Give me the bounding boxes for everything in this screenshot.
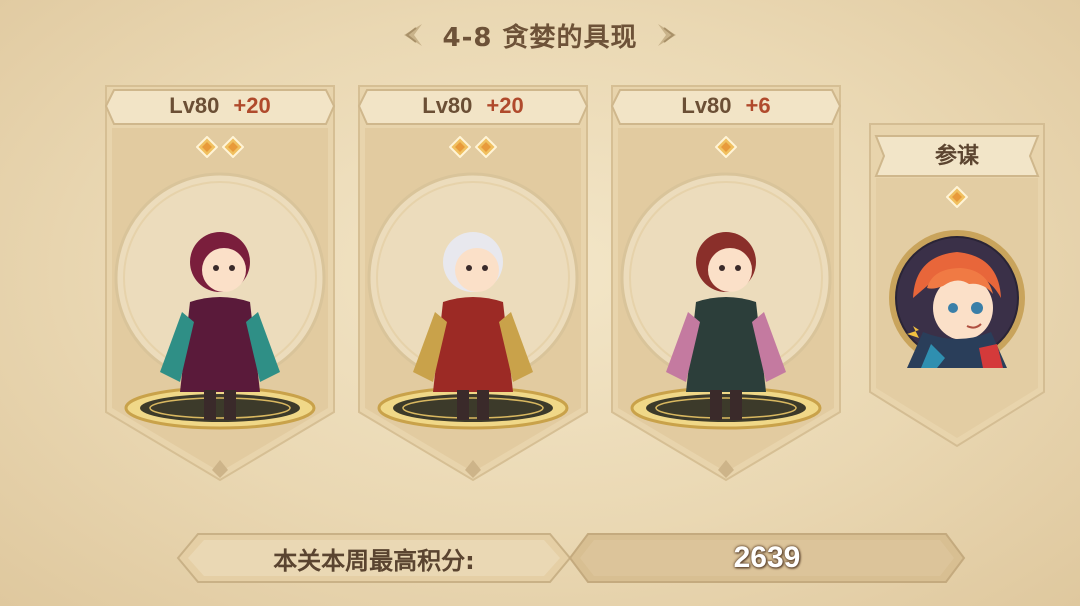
hero-level: Lv80 [681, 93, 732, 118]
advisor-card[interactable]: 参谋 [862, 120, 1052, 450]
stage-title-bar: 4-8 贪婪的具现 [0, 12, 1080, 58]
hero-bonus: +6 [745, 93, 771, 118]
stage-title: 4-8 贪婪的具现 [442, 22, 638, 53]
score-value: 2639 [733, 541, 801, 574]
right-ornament-icon [657, 24, 676, 46]
hero-level-header: Lv80 +20 [365, 88, 581, 124]
hero-bonus: +20 [486, 93, 524, 118]
star-icon [946, 186, 968, 208]
hero-portrait[interactable] [120, 142, 320, 442]
left-ornament-icon [404, 24, 423, 46]
hero-level-header: Lv80 +6 [618, 88, 834, 124]
advisor-label: 参谋 [934, 144, 979, 169]
score-label: 本关本周最高积分: [273, 546, 475, 575]
hero-portrait[interactable] [373, 142, 573, 442]
hero-level: Lv80 [169, 93, 220, 118]
hero-card[interactable]: Lv80 +20 [100, 82, 340, 482]
advisor-portrait[interactable] [887, 228, 1027, 368]
hero-portrait[interactable] [626, 142, 826, 442]
hero-card[interactable]: Lv80 +6 [606, 82, 846, 482]
hero-level: Lv80 [422, 93, 473, 118]
score-label-panel: 本关本周最高积分: [174, 530, 574, 586]
hero-card[interactable]: Lv80 +20 [353, 82, 593, 482]
hero-bonus: +20 [233, 93, 271, 118]
score-value-panel: 2639 [566, 530, 968, 586]
hero-level-header: Lv80 +20 [112, 88, 328, 124]
